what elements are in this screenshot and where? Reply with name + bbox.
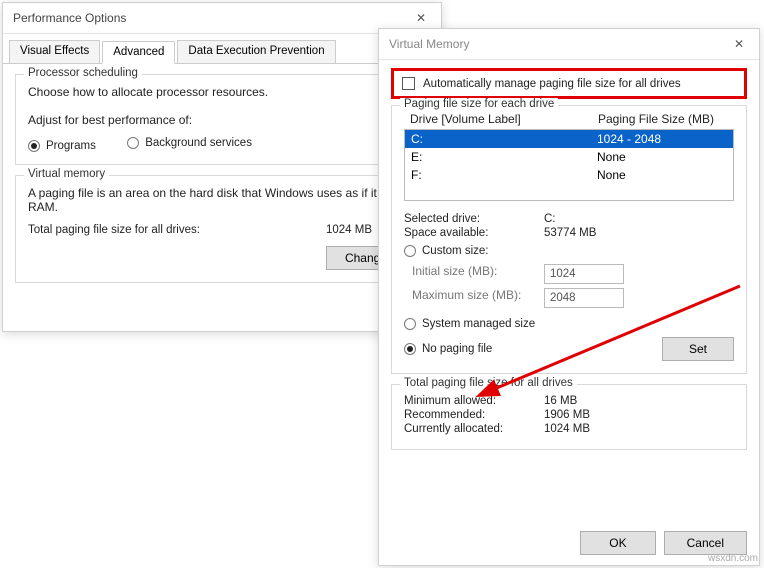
virtual-memory-group: Virtual memory A paging file is an area … <box>15 175 429 283</box>
radio-custom-size[interactable]: Custom size: <box>404 245 488 257</box>
radio-dot-icon <box>404 318 416 330</box>
processor-scheduling-group: Processor scheduling Choose how to alloc… <box>15 74 429 165</box>
virtual-memory-dialog: Virtual Memory ✕ Automatically manage pa… <box>378 28 760 566</box>
radio-background-services[interactable]: Background services <box>127 137 252 149</box>
total-paging-group: Total paging file size for all drives Mi… <box>391 384 747 450</box>
radio-dot-icon <box>404 343 416 355</box>
virtual-memory-legend: Virtual memory <box>24 168 109 180</box>
space-available-row: Space available: 53774 MB <box>404 227 734 239</box>
paging-size-legend: Paging file size for each drive <box>400 98 558 110</box>
perf-tabs: Visual Effects Advanced Data Execution P… <box>3 34 441 64</box>
maximum-size-row: Maximum size (MB): <box>404 288 734 308</box>
initial-size-row: Initial size (MB): <box>404 264 734 284</box>
hdr-size: Paging File Size (MB) <box>598 112 728 126</box>
minimum-allowed-row: Minimum allowed: 16 MB <box>404 395 734 407</box>
adjust-text: Adjust for best performance of: <box>28 113 416 127</box>
hdr-drive: Drive [Volume Label] <box>410 112 598 126</box>
choose-text: Choose how to allocate processor resourc… <box>28 85 416 99</box>
tab-advanced[interactable]: Advanced <box>102 41 175 64</box>
auto-manage-checkbox[interactable] <box>402 77 415 90</box>
radio-system-managed[interactable]: System managed size <box>404 318 535 330</box>
vm-desc: A paging file is an area on the hard dis… <box>28 186 416 214</box>
drive-list[interactable]: C: 1024 - 2048 E: None F: None <box>404 129 734 201</box>
radio-dot-icon <box>28 140 40 152</box>
sched-radios: Programs Background services <box>28 137 416 152</box>
selected-drive-row: Selected drive: C: <box>404 213 734 225</box>
total-paging-legend: Total paging file size for all drives <box>400 377 577 389</box>
currently-allocated-row: Currently allocated: 1024 MB <box>404 423 734 435</box>
perf-titlebar: Performance Options ✕ <box>3 3 441 34</box>
vm-total-label: Total paging file size for all drives: <box>28 224 326 236</box>
dialog-buttons: OK Cancel <box>580 531 747 555</box>
radio-dot-icon <box>127 137 139 149</box>
drive-row-c[interactable]: C: 1024 - 2048 <box>405 130 733 148</box>
radio-dot-icon <box>404 245 416 257</box>
paging-size-group: Paging file size for each drive Drive [V… <box>391 105 747 374</box>
performance-options-dialog: Performance Options ✕ Visual Effects Adv… <box>2 2 442 332</box>
auto-manage-row: Automatically manage paging file size fo… <box>391 68 747 99</box>
recommended-row: Recommended: 1906 MB <box>404 409 734 421</box>
drive-list-header: Drive [Volume Label] Paging File Size (M… <box>404 112 734 129</box>
cancel-button[interactable]: Cancel <box>664 531 747 555</box>
vmem-titlebar: Virtual Memory ✕ <box>379 29 759 60</box>
processor-scheduling-legend: Processor scheduling <box>24 67 142 79</box>
radio-programs[interactable]: Programs <box>28 140 96 152</box>
drive-row-f[interactable]: F: None <box>405 166 733 184</box>
close-icon[interactable]: ✕ <box>729 37 749 51</box>
vm-total-row: Total paging file size for all drives: 1… <box>28 224 416 236</box>
initial-size-input[interactable] <box>544 264 624 284</box>
close-icon[interactable]: ✕ <box>411 11 431 25</box>
maximum-size-input[interactable] <box>544 288 624 308</box>
ok-button[interactable]: OK <box>580 531 655 555</box>
vmem-title: Virtual Memory <box>389 37 729 51</box>
perf-title: Performance Options <box>13 11 411 25</box>
drive-row-e[interactable]: E: None <box>405 148 733 166</box>
watermark: wsxdn.com <box>708 553 758 564</box>
radio-no-paging-file[interactable]: No paging file <box>404 343 634 355</box>
auto-manage-label: Automatically manage paging file size fo… <box>423 78 681 90</box>
tab-visual-effects[interactable]: Visual Effects <box>9 40 100 63</box>
tab-dep[interactable]: Data Execution Prevention <box>177 40 335 63</box>
set-button[interactable]: Set <box>662 337 734 361</box>
